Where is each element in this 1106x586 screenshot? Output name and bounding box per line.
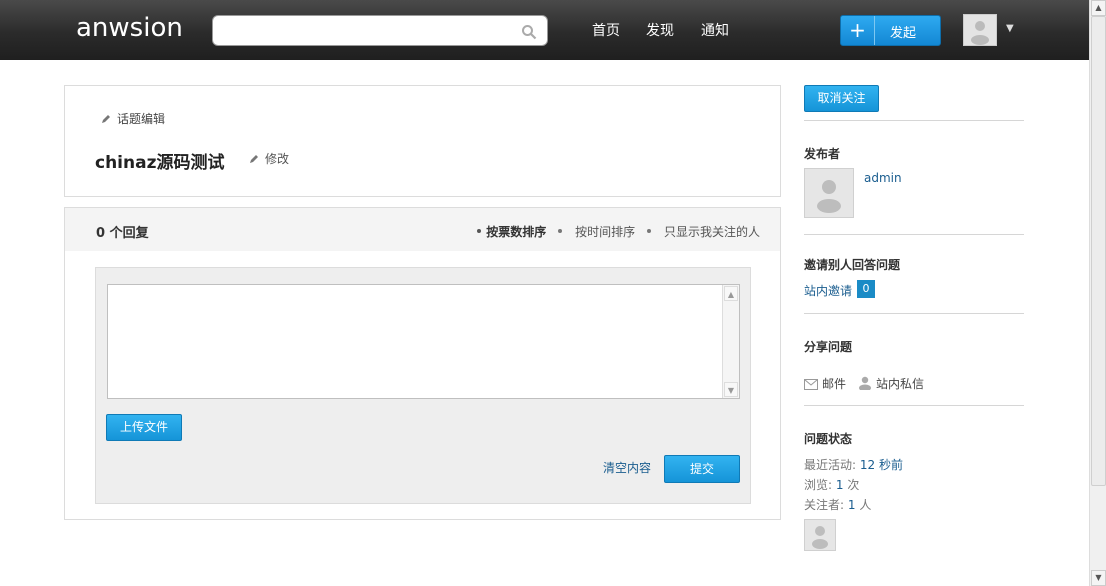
pencil-icon bbox=[250, 155, 258, 163]
answers-panel: 0 个回复 按票数排序 按时间排序 只显示我关注的人 ▲ ▼ 上传文件 清空内容… bbox=[64, 207, 781, 520]
sort-followed-only[interactable]: 只显示我关注的人 bbox=[646, 225, 760, 239]
reply-count: 0 个回复 bbox=[96, 226, 149, 241]
invite-count-badge: 0 bbox=[857, 280, 875, 298]
divider bbox=[804, 313, 1024, 314]
textarea-scroll-up-icon[interactable]: ▲ bbox=[724, 286, 738, 301]
status-title: 问题状态 bbox=[804, 432, 853, 446]
invite-title: 邀请别人回答问题 bbox=[804, 258, 901, 272]
status-last-activity: 最近活动: 12 秒前 bbox=[804, 458, 903, 472]
modify-link[interactable]: 修改 bbox=[249, 150, 289, 167]
status-views: 浏览: 1 次 bbox=[804, 478, 860, 492]
publisher-title: 发布者 bbox=[804, 147, 841, 161]
invite-link[interactable]: 站内邀请 bbox=[804, 282, 852, 299]
nav-notifications[interactable]: 通知 bbox=[701, 20, 729, 40]
user-menu-caret-icon[interactable]: ▼ bbox=[1006, 23, 1014, 34]
question-panel: 话题编辑 chinaz源码测试 修改 bbox=[64, 85, 781, 197]
textarea-scrollbar[interactable]: ▲ ▼ bbox=[722, 285, 739, 398]
topic-edit-label: 话题编辑 bbox=[117, 112, 166, 126]
follower-avatar[interactable] bbox=[804, 519, 836, 551]
topic-edit-link[interactable]: 话题编辑 bbox=[101, 110, 165, 127]
nav-home[interactable]: 首页 bbox=[592, 20, 620, 40]
sort-by-time[interactable]: 按时间排序 bbox=[558, 225, 635, 239]
publish-button[interactable]: + 发起 bbox=[840, 15, 941, 46]
plus-icon: + bbox=[841, 16, 875, 45]
search-input[interactable] bbox=[221, 21, 511, 41]
page-scrollbar[interactable]: ▲ ▼ bbox=[1089, 0, 1106, 586]
avatar-placeholder-icon bbox=[817, 180, 841, 213]
mail-icon bbox=[804, 379, 818, 390]
share-mail-label: 邮件 bbox=[822, 377, 847, 391]
search-icon[interactable] bbox=[521, 24, 537, 40]
avatar-placeholder-icon bbox=[971, 21, 989, 45]
upload-file-button[interactable]: 上传文件 bbox=[106, 414, 182, 441]
site-logo[interactable]: anwsion bbox=[76, 13, 183, 43]
publisher-name-link[interactable]: admin bbox=[864, 171, 902, 185]
sort-by-votes[interactable]: 按票数排序 bbox=[477, 225, 546, 239]
answer-textarea[interactable] bbox=[108, 285, 722, 398]
publish-label: 发起 bbox=[890, 26, 917, 41]
question-title: chinaz源码测试 bbox=[95, 153, 225, 173]
modify-label: 修改 bbox=[265, 152, 290, 166]
avatar-placeholder-icon bbox=[812, 526, 828, 549]
pencil-icon bbox=[102, 115, 110, 123]
textarea-scroll-down-icon[interactable]: ▼ bbox=[724, 382, 738, 397]
scroll-thumb[interactable] bbox=[1091, 16, 1106, 486]
divider bbox=[804, 234, 1024, 235]
status-followers: 关注者: 1 人 bbox=[804, 498, 872, 512]
top-navbar: anwsion 首页 发现 通知 + 发起 ▼ bbox=[0, 0, 1089, 60]
divider bbox=[804, 120, 1024, 121]
answer-editor: ▲ ▼ 上传文件 清空内容 提交 bbox=[95, 267, 751, 504]
clear-content-link[interactable]: 清空内容 bbox=[603, 459, 651, 476]
divider bbox=[804, 405, 1024, 406]
share-message-link[interactable]: 站内私信 bbox=[858, 375, 924, 392]
scroll-down-arrow-icon[interactable]: ▼ bbox=[1091, 570, 1106, 586]
publisher-avatar[interactable] bbox=[804, 168, 854, 218]
user-icon bbox=[859, 376, 871, 392]
unfollow-button[interactable]: 取消关注 bbox=[804, 85, 879, 112]
share-message-label: 站内私信 bbox=[876, 377, 925, 391]
user-avatar[interactable] bbox=[963, 14, 997, 46]
submit-button[interactable]: 提交 bbox=[664, 455, 740, 483]
search-box[interactable] bbox=[212, 15, 548, 46]
nav-discover[interactable]: 发现 bbox=[646, 20, 674, 40]
share-title: 分享问题 bbox=[804, 340, 853, 354]
sort-options: 按票数排序 按时间排序 只显示我关注的人 bbox=[469, 223, 760, 240]
answers-header: 0 个回复 按票数排序 按时间排序 只显示我关注的人 bbox=[65, 208, 780, 251]
scroll-up-arrow-icon[interactable]: ▲ bbox=[1091, 0, 1106, 16]
share-mail-link[interactable]: 邮件 bbox=[804, 375, 846, 392]
answer-textarea-wrap: ▲ ▼ bbox=[107, 284, 740, 399]
